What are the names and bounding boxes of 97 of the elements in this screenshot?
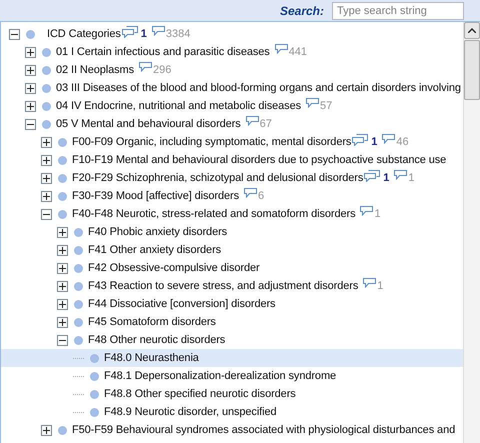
- tree-row[interactable]: F40 Phobic anxiety disorders: [1, 223, 463, 241]
- tree-row[interactable]: F48.1 Depersonalization-derealization syndrome: [1, 367, 463, 385]
- speech-bubbles-icon: [364, 170, 382, 182]
- comment-count: 1: [377, 278, 384, 294]
- tree-row[interactable]: F30-F39 Mood [affective] disorders 6: [1, 187, 463, 205]
- node-label[interactable]: 04 IV Endocrine, nutritional and metabolic diseases: [56, 98, 301, 114]
- speech-bubbles-icon: [122, 26, 139, 38]
- speech-bubble-icon: [382, 134, 396, 144]
- tree-row[interactable]: F20-F29 Schizophrenia, schizotypal and delusional disorders 1 1: [1, 169, 463, 187]
- expand-icon[interactable]: [57, 262, 68, 274]
- expand-icon[interactable]: [25, 100, 36, 112]
- node-label[interactable]: F41 Other anxiety disorders: [88, 242, 222, 258]
- comment-count: 46: [396, 134, 409, 150]
- tree-row[interactable]: F48.9 Neurotic disorder, unspecified: [1, 403, 463, 421]
- expand-icon[interactable]: [41, 172, 52, 184]
- node-label[interactable]: 01 I Certain infectious and parasitic diseases: [56, 44, 270, 60]
- expand-icon[interactable]: [57, 280, 68, 292]
- expand-icon[interactable]: [57, 226, 68, 238]
- tree-row[interactable]: 05 V Mental and behavioural disorders 67: [1, 115, 463, 133]
- collapse-icon[interactable]: [9, 28, 20, 40]
- node-label[interactable]: F20-F29 Schizophrenia, schizotypal and delusional disorders: [72, 170, 364, 186]
- speech-bubble-icon: [363, 278, 376, 288]
- node-label[interactable]: F42 Obsessive-compulsive disorder: [88, 260, 260, 276]
- comment-count: 296: [152, 62, 172, 78]
- node-label[interactable]: F10-F19 Mental and behavioural disorders due to psychoactive substance use: [72, 152, 446, 168]
- note-count: 1: [383, 170, 390, 186]
- tree-row[interactable]: F41 Other anxiety disorders: [1, 241, 463, 259]
- expand-icon[interactable]: [41, 136, 52, 148]
- tree-row[interactable]: 03 III Diseases of the blood and blood-forming organs and certain disorders involving: [1, 79, 463, 97]
- comment-count: 3384: [166, 26, 190, 42]
- node-label[interactable]: F48.1 Depersonalization-derealization syndrome: [104, 368, 336, 384]
- node-label[interactable]: F48 Other neurotic disorders: [88, 332, 226, 348]
- speech-bubble-icon: [360, 206, 374, 216]
- search-label: Search:: [280, 2, 324, 20]
- node-label[interactable]: F00-F09 Organic, including symptomatic, mental disorders: [72, 134, 352, 150]
- node-label[interactable]: F30-F39 Mood [affective] disorders: [72, 188, 239, 204]
- speech-bubble-icon: [306, 98, 319, 108]
- tree-row[interactable]: F50-F59 Behavioural syndromes associated with physiological disturbances and: [1, 421, 463, 439]
- expand-icon[interactable]: [25, 46, 36, 58]
- expand-icon[interactable]: [25, 64, 36, 76]
- speech-bubble-icon: [394, 170, 408, 180]
- speech-bubble-icon: [152, 26, 165, 36]
- expand-icon[interactable]: [57, 298, 68, 310]
- search-field[interactable]: Type search string: [332, 2, 464, 20]
- comment-count: 57: [320, 98, 332, 114]
- tree-row[interactable]: F42 Obsessive-compulsive disorder: [1, 259, 463, 277]
- node-label[interactable]: ICD Categories: [47, 26, 121, 42]
- node-label[interactable]: F48.8 Other specified neurotic disorders: [104, 386, 296, 402]
- tree-row[interactable]: 01 I Certain infectious and parasitic diseases 441: [1, 43, 463, 61]
- tree-row[interactable]: ICD Categories 1 3384: [1, 25, 463, 43]
- speech-bubbles-icon: [352, 134, 370, 146]
- tree-row[interactable]: F40-F48 Neurotic, stress-related and somatoform disorders 1: [1, 205, 463, 223]
- expand-icon[interactable]: [41, 424, 52, 436]
- note-count: 1: [371, 134, 378, 150]
- node-label[interactable]: F44 Dissociative [conversion] disorders: [88, 296, 276, 312]
- node-label[interactable]: 02 II Neoplasms: [56, 62, 134, 78]
- tree-row[interactable]: 02 II Neoplasms 296: [1, 61, 463, 79]
- scroll-up-button[interactable]: [464, 22, 480, 39]
- tree-row[interactable]: F45 Somatoform disorders: [1, 313, 463, 331]
- expand-icon[interactable]: [57, 316, 68, 328]
- expand-icon[interactable]: [41, 154, 52, 166]
- tree-row[interactable]: F44 Dissociative [conversion] disorders: [1, 295, 463, 313]
- tree-row[interactable]: F10-F19 Mental and behavioural disorders due to psychoactive substance use: [1, 151, 463, 169]
- comment-count: 67: [260, 116, 272, 132]
- note-count: 1: [140, 26, 147, 42]
- caret-up-icon: [468, 28, 476, 33]
- node-label[interactable]: F40-F48 Neurotic, stress-related and somatoform disorders: [72, 206, 356, 222]
- speech-bubble-icon: [274, 44, 288, 54]
- comment-count: 1: [374, 206, 381, 222]
- collapse-icon[interactable]: [57, 334, 68, 346]
- node-label[interactable]: 03 III Diseases of the blood and blood-forming organs and certain disorders involving: [56, 80, 461, 96]
- node-label[interactable]: F45 Somatoform disorders: [88, 314, 216, 330]
- scrollbar[interactable]: [463, 22, 480, 443]
- node-label[interactable]: 05 V Mental and behavioural disorders: [56, 116, 241, 132]
- node-label[interactable]: F48.9 Neurotic disorder, unspecified: [104, 404, 276, 420]
- expand-icon[interactable]: [25, 82, 36, 94]
- expand-icon[interactable]: [57, 244, 68, 256]
- speech-bubble-icon: [138, 62, 152, 72]
- tree-row[interactable]: F48.0 Neurasthenia: [1, 349, 463, 367]
- tree-row[interactable]: 04 IV Endocrine, nutritional and metabolic diseases 57: [1, 97, 463, 115]
- collapse-icon[interactable]: [25, 118, 36, 130]
- node-label[interactable]: F43 Reaction to severe stress, and adjustment disorders: [88, 278, 358, 294]
- tree-row[interactable]: F48 Other neurotic disorders: [1, 331, 463, 349]
- tree-row[interactable]: F48.8 Other specified neurotic disorders: [1, 385, 463, 403]
- tree-row[interactable]: F00-F09 Organic, including symptomatic, mental disorders 1 46: [1, 133, 463, 151]
- speech-bubble-icon: [244, 188, 257, 198]
- tree-row[interactable]: F43 Reaction to severe stress, and adjustment disorders 1: [1, 277, 463, 295]
- expand-icon[interactable]: [41, 190, 52, 202]
- speech-bubble-icon: [246, 116, 259, 126]
- collapse-icon[interactable]: [41, 208, 52, 220]
- comment-count: 441: [288, 44, 308, 60]
- scroll-thumb[interactable]: [464, 40, 480, 100]
- node-label[interactable]: F50-F59 Behavioural syndromes associated with physiological disturbances and: [72, 422, 456, 438]
- comment-count: 1: [408, 170, 415, 186]
- node-label[interactable]: F48.0 Neurasthenia: [104, 350, 199, 366]
- comment-count: 6: [258, 188, 264, 204]
- node-label[interactable]: F40 Phobic anxiety disorders: [88, 224, 228, 240]
